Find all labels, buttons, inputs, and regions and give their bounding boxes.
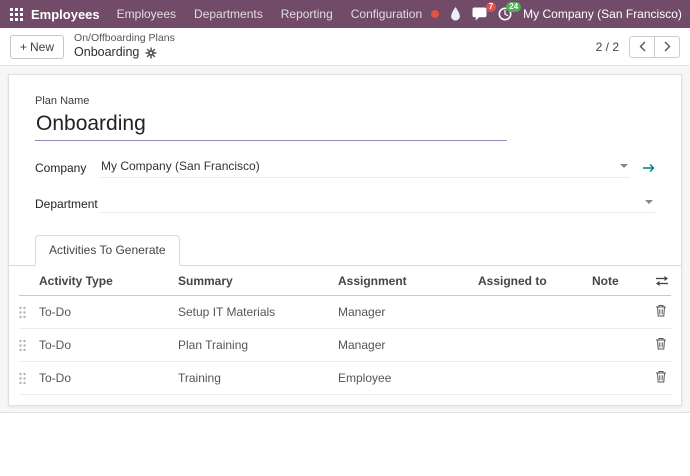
company-switcher[interactable]: My Company (San Francisco) [523, 7, 682, 21]
delete-row-button[interactable] [653, 370, 669, 386]
plan-name-input[interactable]: Onboarding [35, 110, 507, 142]
trash-icon [656, 305, 666, 317]
cell-note[interactable] [590, 295, 643, 330]
discuss-badge: 7 [485, 2, 497, 12]
department-row: Department [35, 194, 655, 214]
department-field[interactable] [99, 194, 655, 214]
header-summary[interactable]: Summary [176, 266, 336, 297]
cell-activity-type[interactable]: To-Do [37, 361, 176, 396]
cell-note[interactable] [590, 328, 643, 363]
caret-down-icon [620, 164, 628, 169]
company-row: Company My Company (San Francisco) [35, 157, 655, 179]
breadcrumb: On/Offboarding Plans Onboarding [74, 32, 175, 61]
chat-bubble-icon [472, 7, 487, 21]
drag-handle-icon[interactable] [19, 339, 37, 352]
chevron-right-icon [664, 41, 670, 52]
cell-summary[interactable]: Plan Training [176, 328, 336, 363]
apps-grid-icon [10, 7, 23, 21]
activities-table: Activity Type Summary Assignment Assigne… [19, 266, 671, 405]
activities-table-container: Activity Type Summary Assignment Assigne… [9, 266, 681, 405]
cell-assigned-to[interactable] [476, 295, 590, 330]
department-label: Department [35, 196, 98, 211]
cell-note[interactable] [590, 361, 643, 396]
pager: 2 / 2 [595, 35, 680, 58]
optional-columns-icon [656, 276, 668, 287]
drag-handle-icon[interactable] [19, 306, 37, 319]
notebook: Activities To Generate Activity Type Sum… [9, 235, 681, 405]
cell-summary[interactable]: Setup IT Materials [176, 295, 336, 330]
table-row[interactable]: To-Do Plan Training Manager [19, 328, 671, 363]
optional-columns-button[interactable] [655, 275, 669, 287]
form-view: Plan Name Onboarding Company My Company … [0, 66, 690, 476]
company-label: Company [35, 160, 87, 175]
gear-icon [145, 47, 157, 59]
control-panel: + New On/Offboarding Plans Onboarding 2 … [0, 28, 690, 66]
header-assigned-to[interactable]: Assigned to [476, 266, 590, 297]
add-a-line-link[interactable]: Add a line [39, 403, 92, 405]
delete-row-button[interactable] [653, 337, 669, 353]
tab-strip: Activities To Generate [9, 235, 681, 267]
activities-button[interactable]: 24 [498, 2, 522, 21]
menu-reporting[interactable]: Reporting [272, 7, 342, 21]
internal-link-arrow-icon [643, 163, 655, 172]
red-dot-icon[interactable] [431, 10, 440, 18]
breadcrumb-current-row: Onboarding [74, 45, 175, 61]
droplet-icon [451, 7, 461, 21]
plus-icon: + [20, 39, 28, 54]
pager-previous-button[interactable] [629, 35, 655, 58]
chatter-area [0, 412, 690, 476]
cell-summary[interactable]: Training [176, 361, 336, 396]
apps-menu-button[interactable] [8, 6, 29, 23]
breadcrumb-current: Onboarding [74, 45, 140, 60]
activities-badge: 24 [506, 2, 522, 12]
droplet-button[interactable] [450, 7, 461, 21]
new-button[interactable]: + New [10, 34, 65, 59]
form-sheet: Plan Name Onboarding Company My Company … [8, 74, 682, 406]
header-note[interactable]: Note [590, 266, 643, 297]
company-value: My Company (San Francisco) [101, 159, 260, 174]
top-menu: Employees Departments Reporting Configur… [108, 7, 432, 21]
cell-assignment[interactable]: Manager [336, 328, 476, 363]
cell-activity-type[interactable]: To-Do [37, 295, 176, 330]
cell-activity-type[interactable]: To-Do [37, 328, 176, 363]
breadcrumb-parent[interactable]: On/Offboarding Plans [74, 32, 175, 45]
company-internal-link-button[interactable] [642, 163, 655, 173]
menu-departments[interactable]: Departments [185, 7, 272, 21]
chevron-left-icon [639, 41, 645, 52]
pager-value: 2 / 2 [595, 39, 619, 54]
add-line-row: Add a line [19, 394, 671, 405]
pager-next-button[interactable] [654, 35, 680, 58]
delete-row-button[interactable] [653, 304, 669, 320]
new-button-label: New [30, 39, 55, 54]
trash-icon [656, 371, 666, 383]
top-navbar: Employees Employees Departments Reportin… [0, 0, 690, 28]
table-row[interactable]: To-Do Training Employee [19, 361, 671, 396]
cell-assignment[interactable]: Employee [336, 361, 476, 396]
header-activity-type[interactable]: Activity Type [37, 266, 176, 297]
cell-assignment[interactable]: Manager [336, 295, 476, 330]
caret-down-icon [645, 200, 653, 205]
cell-assigned-to[interactable] [476, 361, 590, 396]
menu-employees[interactable]: Employees [108, 7, 185, 21]
trash-icon [656, 338, 666, 350]
table-header-row: Activity Type Summary Assignment Assigne… [19, 266, 671, 297]
discuss-button[interactable]: 7 [472, 2, 497, 21]
cell-assigned-to[interactable] [476, 328, 590, 363]
plan-name-label: Plan Name [35, 95, 90, 107]
tab-activities-to-generate[interactable]: Activities To Generate [35, 235, 180, 267]
header-assignment[interactable]: Assignment [336, 266, 476, 297]
app-name[interactable]: Employees [31, 7, 100, 22]
table-row[interactable]: To-Do Setup IT Materials Manager [19, 295, 671, 330]
drag-handle-icon[interactable] [19, 372, 37, 385]
menu-configuration[interactable]: Configuration [342, 7, 431, 21]
systray: 7 24 My Company (San Francisco) [431, 2, 690, 24]
company-field[interactable]: My Company (San Francisco) [99, 157, 630, 179]
handle-column-header [19, 266, 37, 297]
action-menu-button[interactable] [145, 47, 157, 59]
